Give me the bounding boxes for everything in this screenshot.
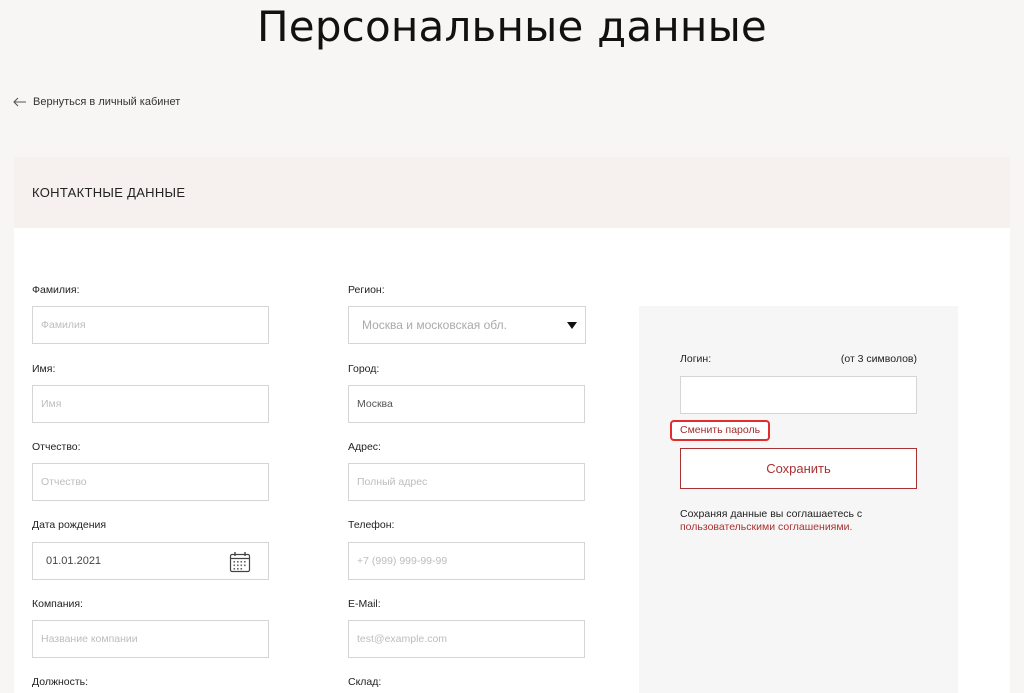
city-label: Город: (348, 363, 380, 375)
back-to-account-link[interactable]: Вернуться в личный кабинет (13, 96, 180, 108)
first-name-label: Имя: (32, 363, 56, 375)
back-link-label: Вернуться в личный кабинет (33, 96, 181, 108)
region-label: Регион: (348, 284, 385, 296)
address-label: Адрес: (348, 441, 381, 453)
login-field[interactable] (680, 376, 917, 414)
birthdate-field[interactable]: 01.01.2021 (32, 542, 269, 580)
calendar-icon[interactable] (229, 551, 251, 576)
account-panel: Логин: (от 3 символов) Сменить пароль Со… (639, 306, 958, 693)
agreement-text: Сохраняя данные вы соглашаетесь с (680, 508, 863, 520)
last-name-field[interactable]: Фамилия (32, 306, 269, 344)
region-select[interactable]: Москва и московская обл. (348, 306, 586, 344)
company-field[interactable]: Название компании (32, 620, 269, 658)
position-label: Должность: (32, 676, 89, 688)
contact-card: КОНТАКТНЫЕ ДАННЫЕ Фамилия: Фамилия Имя: … (14, 157, 1010, 693)
section-header: КОНТАКТНЫЕ ДАННЫЕ (14, 157, 1010, 228)
user-agreement-link[interactable]: пользовательскими соглашениями. (680, 521, 852, 533)
agreement-notice: Сохраняя данные вы соглашаетесь с пользо… (680, 508, 880, 534)
email-label: E-Mail: (348, 598, 381, 610)
warehouse-label: Склад: (348, 676, 382, 688)
middle-name-field[interactable]: Отчество (32, 463, 269, 501)
company-label: Компания: (32, 598, 83, 610)
city-field[interactable]: Москва (348, 385, 585, 423)
arrow-left-icon (13, 97, 27, 107)
last-name-label: Фамилия: (32, 284, 80, 296)
caret-down-icon (567, 322, 577, 329)
region-value: Москва и московская обл. (362, 318, 507, 332)
login-hint: (от 3 символов) (840, 353, 917, 365)
phone-field[interactable]: +7 (999) 999-99-99 (348, 542, 585, 580)
save-button[interactable]: Сохранить (680, 448, 917, 489)
page-title: Персональные данные (257, 2, 767, 51)
birthdate-value: 01.01.2021 (46, 555, 102, 567)
email-field[interactable]: test@example.com (348, 620, 585, 658)
first-name-field[interactable]: Имя (32, 385, 269, 423)
address-field[interactable]: Полный адрес (348, 463, 585, 501)
section-title: КОНТАКТНЫЕ ДАННЫЕ (32, 185, 186, 200)
phone-label: Телефон: (348, 519, 395, 531)
middle-name-label: Отчество: (32, 441, 81, 453)
login-label: Логин: (680, 353, 712, 365)
change-password-link[interactable]: Сменить пароль (670, 420, 771, 441)
birthdate-label: Дата рождения (32, 519, 107, 531)
